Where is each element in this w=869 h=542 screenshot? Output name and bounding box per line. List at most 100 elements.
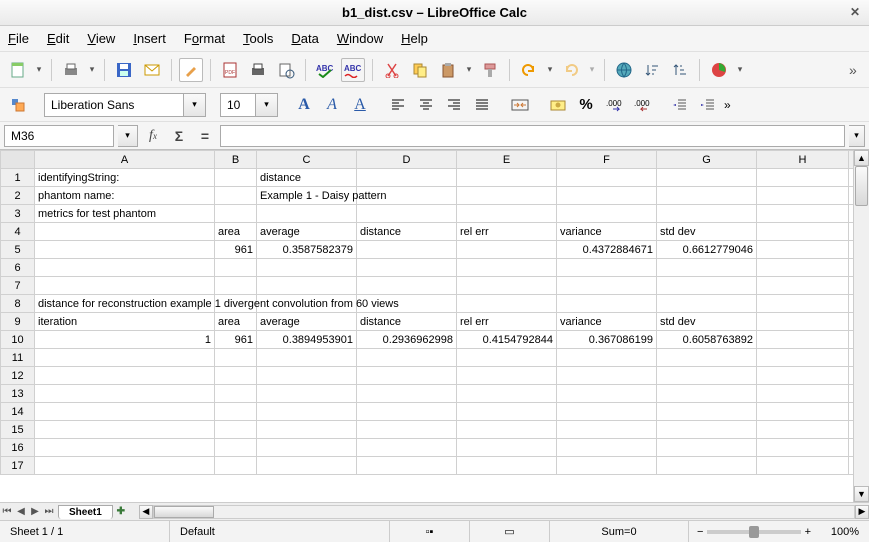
cell-H15[interactable] (757, 421, 849, 439)
cell-E14[interactable] (457, 403, 557, 421)
cell-C7[interactable] (257, 277, 357, 295)
cell-H6[interactable] (757, 259, 849, 277)
cell-A13[interactable] (35, 385, 215, 403)
cell-A10[interactable]: 1 (35, 331, 215, 349)
cell-H4[interactable] (757, 223, 849, 241)
font-size-dropdown[interactable]: ▾ (256, 93, 278, 117)
column-header-B[interactable]: B (215, 151, 257, 169)
zoom-in-button[interactable]: + (805, 526, 811, 538)
menu-data[interactable]: Data (291, 31, 318, 46)
font-size-combo[interactable]: ▾ (220, 93, 278, 117)
row-header-14[interactable]: 14 (1, 403, 35, 421)
cell-F15[interactable] (557, 421, 657, 439)
menu-help[interactable]: Help (401, 31, 428, 46)
cell-F10[interactable]: 0.367086199 (557, 331, 657, 349)
menu-view[interactable]: View (87, 31, 115, 46)
add-decimal-button[interactable]: .000 (602, 93, 626, 117)
cell-H8[interactable] (757, 295, 849, 313)
row-header-9[interactable]: 9 (1, 313, 35, 331)
formula-input[interactable] (220, 125, 845, 147)
align-center-button[interactable] (414, 93, 438, 117)
cell-I8[interactable] (849, 295, 854, 313)
column-header-D[interactable]: D (357, 151, 457, 169)
cell-E2[interactable] (457, 187, 557, 205)
status-zoom[interactable]: 100% (819, 521, 869, 542)
cell-G17[interactable] (657, 457, 757, 475)
cell-G15[interactable] (657, 421, 757, 439)
cell-B4[interactable]: area (215, 223, 257, 241)
cell-D17[interactable] (357, 457, 457, 475)
cell-D7[interactable] (357, 277, 457, 295)
status-sum[interactable]: Sum=0 (550, 521, 689, 542)
redo-button[interactable] (559, 58, 583, 82)
cell-E16[interactable] (457, 439, 557, 457)
increase-indent-button[interactable] (696, 93, 720, 117)
cell-G4[interactable]: std dev (657, 223, 757, 241)
paste-button[interactable] (436, 58, 460, 82)
formatting-overflow[interactable]: » (724, 98, 731, 112)
cell-G16[interactable] (657, 439, 757, 457)
cut-button[interactable] (380, 58, 404, 82)
export-pdf-button[interactable]: PDF (218, 58, 242, 82)
cell-F2[interactable] (557, 187, 657, 205)
cell-I4[interactable] (849, 223, 854, 241)
cell-B5[interactable]: 961 (215, 241, 257, 259)
cell-H12[interactable] (757, 367, 849, 385)
column-header-G[interactable]: G (657, 151, 757, 169)
cell-C11[interactable] (257, 349, 357, 367)
row-header-10[interactable]: 10 (1, 331, 35, 349)
column-header-A[interactable]: A (35, 151, 215, 169)
sort-asc-button[interactable] (640, 58, 664, 82)
cell-I11[interactable] (849, 349, 854, 367)
align-left-button[interactable] (386, 93, 410, 117)
cell-D14[interactable] (357, 403, 457, 421)
cell-I1[interactable] (849, 169, 854, 187)
vertical-scrollbar[interactable]: ▲ ▼ (853, 150, 869, 502)
cell-C10[interactable]: 0.3894953901 (257, 331, 357, 349)
cell-F12[interactable] (557, 367, 657, 385)
cell-F7[interactable] (557, 277, 657, 295)
font-size-input[interactable] (220, 93, 256, 117)
cell-C9[interactable]: average (257, 313, 357, 331)
zoom-out-button[interactable]: − (697, 526, 703, 538)
cell-G2[interactable] (657, 187, 757, 205)
italic-button[interactable]: A (320, 93, 344, 117)
cell-E13[interactable] (457, 385, 557, 403)
column-header-I[interactable]: I (849, 151, 854, 169)
cell-H2[interactable] (757, 187, 849, 205)
status-selection-mode[interactable]: ▭ (470, 521, 550, 542)
cell-C17[interactable] (257, 457, 357, 475)
cell-A5[interactable] (35, 241, 215, 259)
cell-E12[interactable] (457, 367, 557, 385)
scroll-down-button[interactable]: ▼ (854, 486, 869, 502)
email-button[interactable] (140, 58, 164, 82)
styles-button[interactable] (6, 93, 30, 117)
cell-G7[interactable] (657, 277, 757, 295)
row-header-6[interactable]: 6 (1, 259, 35, 277)
menu-insert[interactable]: Insert (133, 31, 166, 46)
menu-tools[interactable]: Tools (243, 31, 273, 46)
print-button[interactable] (59, 58, 83, 82)
window-close-button[interactable]: ✕ (847, 4, 863, 20)
clone-formatting-button[interactable] (478, 58, 502, 82)
cell-A8[interactable]: distance for reconstruction example 1 di… (35, 295, 215, 313)
cell-E17[interactable] (457, 457, 557, 475)
cell-F14[interactable] (557, 403, 657, 421)
column-header-F[interactable]: F (557, 151, 657, 169)
zoom-slider[interactable]: − + (689, 526, 819, 538)
tab-first-button[interactable]: ⏮ (0, 506, 14, 517)
cell-I10[interactable] (849, 331, 854, 349)
cell-C13[interactable] (257, 385, 357, 403)
cell-I14[interactable] (849, 403, 854, 421)
row-header-5[interactable]: 5 (1, 241, 35, 259)
cell-A1[interactable]: identifyingString: (35, 169, 215, 187)
cell-B7[interactable] (215, 277, 257, 295)
row-header-3[interactable]: 3 (1, 205, 35, 223)
menu-file[interactable]: File (8, 31, 29, 46)
cell-I6[interactable] (849, 259, 854, 277)
cell-G3[interactable] (657, 205, 757, 223)
cell-A15[interactable] (35, 421, 215, 439)
column-header-H[interactable]: H (757, 151, 849, 169)
cell-H11[interactable] (757, 349, 849, 367)
cell-I5[interactable] (849, 241, 854, 259)
